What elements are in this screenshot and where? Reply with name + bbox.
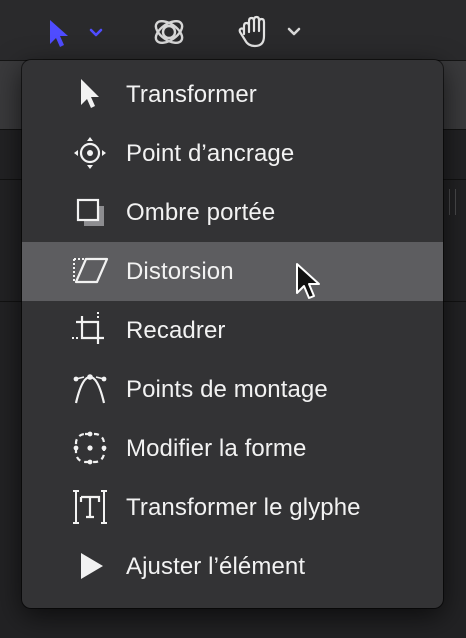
- select-transform-tool-button[interactable]: [44, 14, 108, 50]
- pan-tool-button[interactable]: [236, 14, 306, 50]
- transform-glyph-icon: [70, 487, 110, 527]
- edit-points-icon: [70, 369, 110, 409]
- menu-item-label: Transformer: [126, 80, 257, 108]
- menu-item-label: Ombre portée: [126, 198, 276, 226]
- distort-icon: [70, 251, 110, 291]
- menu-item-modifier-la-forme[interactable]: Modifier la forme: [22, 419, 443, 478]
- arrow-pointer-icon: [70, 74, 110, 114]
- menu-item-transformer-le-glyphe[interactable]: Transformer le glyphe: [22, 478, 443, 537]
- menu-item-ajuster-l-element[interactable]: Ajuster l’élément: [22, 537, 443, 596]
- menu-item-ombre-portee[interactable]: Ombre portée: [22, 183, 443, 242]
- menu-item-label: Distorsion: [126, 257, 234, 285]
- menu-item-transformer[interactable]: Transformer: [22, 65, 443, 124]
- menu-item-label: Point d’ancrage: [126, 139, 295, 167]
- transform-tools-menu: Transformer Point d’ancrage Ombre portée: [22, 60, 443, 608]
- menu-item-label: Ajuster l’élément: [126, 552, 306, 580]
- toolbar: [0, 0, 466, 61]
- menu-item-label: Points de montage: [126, 375, 328, 403]
- arrow-select-icon: [50, 20, 103, 47]
- menu-item-label: Modifier la forme: [126, 434, 307, 462]
- mouse-cursor-icon: [296, 263, 320, 299]
- hand-pan-icon: [238, 15, 301, 48]
- 3d-transform-tool-button[interactable]: [149, 14, 189, 50]
- adjust-item-icon: [70, 546, 110, 586]
- 3d-orbit-icon: [154, 19, 184, 45]
- drop-shadow-icon: [70, 192, 110, 232]
- menu-item-label: Transformer le glyphe: [126, 493, 361, 521]
- adjust-shape-icon: [70, 428, 110, 468]
- menu-item-point-ancrage[interactable]: Point d’ancrage: [22, 124, 443, 183]
- menu-item-label: Recadrer: [126, 316, 226, 344]
- menu-item-recadrer[interactable]: Recadrer: [22, 301, 443, 360]
- crop-icon: [70, 310, 110, 350]
- anchor-point-icon: [70, 133, 110, 173]
- menu-item-distorsion[interactable]: Distorsion: [22, 242, 443, 301]
- menu-item-points-de-montage[interactable]: Points de montage: [22, 360, 443, 419]
